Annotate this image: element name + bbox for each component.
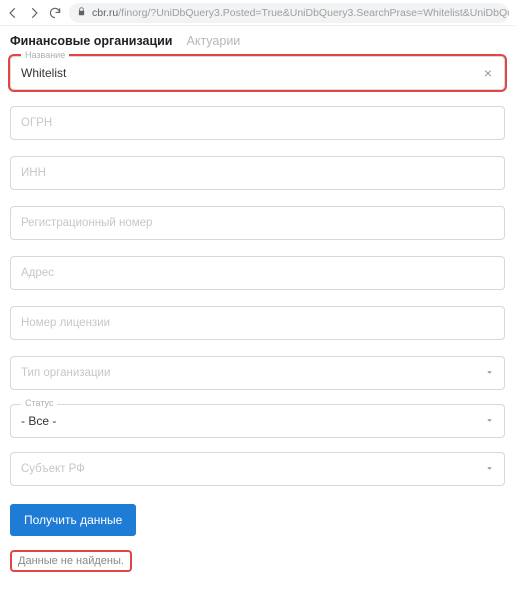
name-label: Название — [21, 50, 69, 60]
url-text: cbr.ru/finorg/?UniDbQuery3.Posted=True&U… — [92, 7, 509, 19]
field-row-status: Статус - Все - — [10, 404, 505, 438]
orgtype-placeholder: Тип организации — [21, 367, 485, 379]
field-row-orgtype: Тип организации — [10, 356, 505, 390]
address-field[interactable]: Адрес — [10, 256, 505, 290]
field-row-license: Номер лицензии — [10, 306, 505, 340]
reload-icon[interactable] — [48, 6, 62, 20]
tabs: Финансовые организации Актуарии — [10, 30, 505, 56]
browser-toolbar: cbr.ru/finorg/?UniDbQuery3.Posted=True&U… — [0, 0, 515, 26]
clear-icon[interactable]: × — [482, 65, 494, 81]
address-placeholder: Адрес — [21, 267, 494, 279]
region-placeholder: Субъект РФ — [21, 463, 485, 475]
status-value: - Все - — [21, 414, 485, 428]
back-icon[interactable] — [6, 6, 20, 20]
ogrn-placeholder: ОГРН — [21, 117, 494, 129]
license-placeholder: Номер лицензии — [21, 317, 494, 329]
chevron-down-icon — [485, 366, 494, 380]
region-select[interactable]: Субъект РФ — [10, 452, 505, 486]
field-row-address: Адрес — [10, 256, 505, 290]
field-row-name: Название Whitelist × — [10, 56, 505, 90]
lock-icon — [77, 7, 86, 19]
orgtype-select[interactable]: Тип организации — [10, 356, 505, 390]
submit-button[interactable]: Получить данные — [10, 504, 136, 536]
inn-field[interactable]: ИНН — [10, 156, 505, 190]
field-row-inn: ИНН — [10, 156, 505, 190]
regnum-field[interactable]: Регистрационный номер — [10, 206, 505, 240]
result-message: Данные не найдены. — [10, 550, 132, 572]
forward-icon[interactable] — [27, 6, 41, 20]
license-field[interactable]: Номер лицензии — [10, 306, 505, 340]
chevron-down-icon — [485, 462, 494, 476]
tab-finorg[interactable]: Финансовые организации — [10, 34, 173, 48]
inn-placeholder: ИНН — [21, 167, 494, 179]
status-label: Статус — [21, 398, 57, 408]
field-row-region: Субъект РФ — [10, 452, 505, 486]
ogrn-field[interactable]: ОГРН — [10, 106, 505, 140]
address-bar[interactable]: cbr.ru/finorg/?UniDbQuery3.Posted=True&U… — [69, 3, 509, 23]
regnum-placeholder: Регистрационный номер — [21, 217, 494, 229]
name-field[interactable]: Название Whitelist × — [10, 56, 505, 90]
name-value: Whitelist — [21, 66, 482, 80]
page-content: Финансовые организации Актуарии Название… — [0, 26, 515, 572]
field-row-regnum: Регистрационный номер — [10, 206, 505, 240]
chevron-down-icon — [485, 414, 494, 428]
tab-actuaries[interactable]: Актуарии — [187, 34, 241, 48]
status-select[interactable]: Статус - Все - — [10, 404, 505, 438]
field-row-ogrn: ОГРН — [10, 106, 505, 140]
result-message-wrap: Данные не найдены. — [10, 550, 505, 572]
